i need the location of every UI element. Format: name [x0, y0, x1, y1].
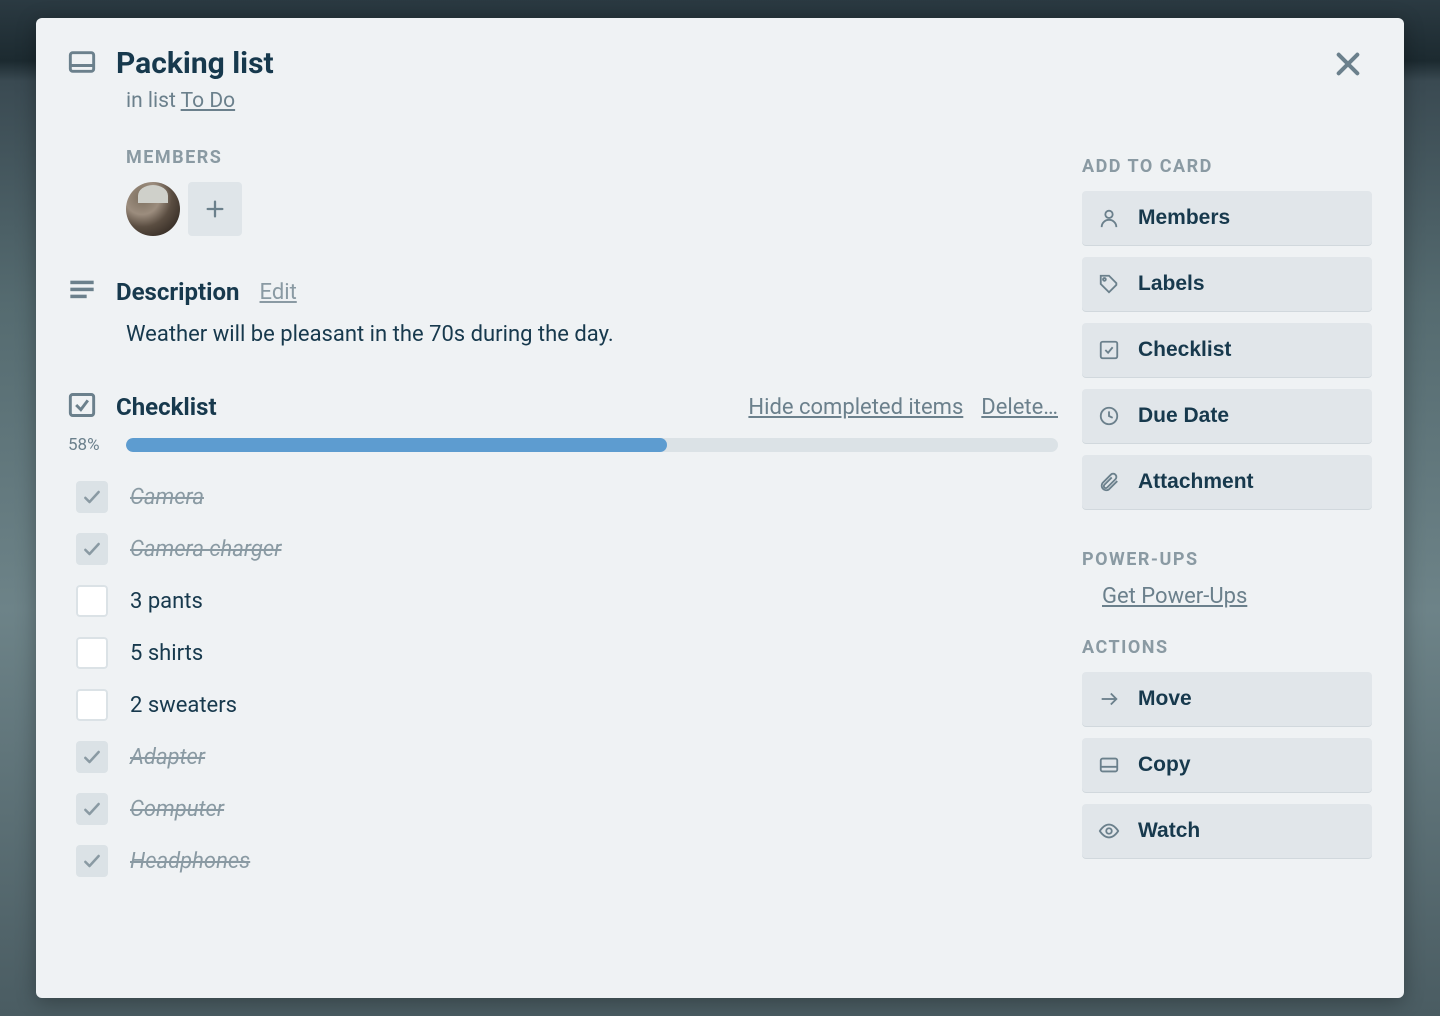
checklist-item: 5 shirts [68, 627, 1058, 679]
checklist-item: Headphones [68, 835, 1058, 887]
checklist-checkbox[interactable] [76, 793, 108, 825]
checklist-item: Computer [68, 783, 1058, 835]
checklist-item: 3 pants [68, 575, 1058, 627]
checklist-item-label[interactable]: Camera [130, 485, 204, 510]
card-icon [1098, 754, 1120, 776]
checklist-item-label[interactable]: 2 sweaters [130, 693, 237, 718]
tag-icon [1098, 273, 1120, 295]
checklist-checkbox[interactable] [76, 741, 108, 773]
button-label: Members [1138, 206, 1230, 230]
clip-icon [1098, 471, 1120, 493]
checklist-item-label[interactable]: Computer [130, 797, 224, 822]
delete-checklist-link[interactable]: Delete… [981, 395, 1058, 420]
add-due-date-button[interactable]: Due Date [1082, 389, 1372, 443]
add-checklist-button[interactable]: Checklist [1082, 323, 1372, 377]
sidebar: ADD TO CARD Members Labels Checklist Due Da… [1082, 46, 1372, 887]
button-label: Copy [1138, 753, 1191, 777]
button-label: Checklist [1138, 338, 1231, 362]
add-attachment-button[interactable]: Attachment [1082, 455, 1372, 509]
arrow-icon [1098, 688, 1120, 710]
checklist-checkbox[interactable] [76, 845, 108, 877]
powerups-label: POWER-UPS [1082, 549, 1372, 570]
add-to-card-label: ADD TO CARD [1082, 156, 1372, 177]
checklist-items: Camera Camera charger 3 pants 5 shirts 2 swe… [68, 471, 1058, 887]
action-copy-button[interactable]: Copy [1082, 738, 1372, 792]
checklist-item: Camera charger [68, 523, 1058, 575]
plus-icon [204, 198, 226, 220]
description-title: Description [116, 278, 240, 306]
member-avatar[interactable] [126, 182, 180, 236]
description-icon [68, 276, 96, 308]
progress-fill [126, 438, 667, 452]
button-label: Attachment [1138, 470, 1254, 494]
close-icon [1332, 48, 1364, 80]
checklist-item-label[interactable]: 5 shirts [130, 641, 203, 666]
button-label: Labels [1138, 272, 1205, 296]
add-members-button[interactable]: Members [1082, 191, 1372, 245]
card-modal: Packing list in list To Do MEMBERS Desc [36, 18, 1404, 998]
in-list-prefix: in list [126, 89, 181, 113]
checklist-checkbox[interactable] [76, 481, 108, 513]
checklist-item-label[interactable]: Headphones [130, 849, 250, 874]
get-powerups-link[interactable]: Get Power-Ups [1102, 584, 1247, 609]
button-label: Move [1138, 687, 1192, 711]
description-body[interactable]: Weather will be pleasant in the 70s duri… [126, 322, 1058, 347]
edit-description-link[interactable]: Edit [260, 280, 297, 305]
members-label: MEMBERS [126, 147, 1058, 168]
hide-completed-link[interactable]: Hide completed items [748, 395, 963, 420]
checklist-icon [68, 391, 96, 423]
button-label: Watch [1138, 819, 1200, 843]
checklist-item-label[interactable]: Adapter [130, 745, 205, 770]
card-title[interactable]: Packing list [116, 46, 274, 81]
checklist-title: Checklist [116, 393, 728, 421]
checklist-checkbox[interactable] [76, 637, 108, 669]
person-icon [1098, 207, 1120, 229]
checklist-checkbox[interactable] [76, 585, 108, 617]
checklist-item: Adapter [68, 731, 1058, 783]
checklist-item: Camera [68, 471, 1058, 523]
close-button[interactable] [1332, 48, 1372, 88]
action-move-button[interactable]: Move [1082, 672, 1372, 726]
clock-icon [1098, 405, 1120, 427]
action-watch-button[interactable]: Watch [1082, 804, 1372, 858]
progress-bar [126, 438, 1058, 452]
add-labels-button[interactable]: Labels [1082, 257, 1372, 311]
check-icon [1098, 339, 1120, 361]
card-icon [68, 48, 96, 80]
checklist-item-label[interactable]: 3 pants [130, 589, 203, 614]
list-location: in list To Do [126, 89, 1058, 113]
add-member-button[interactable] [188, 182, 242, 236]
actions-label: ACTIONS [1082, 637, 1372, 658]
progress-percent: 58% [68, 435, 108, 455]
checklist-checkbox[interactable] [76, 689, 108, 721]
list-link[interactable]: To Do [181, 89, 235, 113]
eye-icon [1098, 820, 1120, 842]
button-label: Due Date [1138, 404, 1229, 428]
main-column: Packing list in list To Do MEMBERS Desc [68, 46, 1058, 887]
checklist-item-label[interactable]: Camera charger [130, 537, 281, 562]
checklist-item: 2 sweaters [68, 679, 1058, 731]
checklist-checkbox[interactable] [76, 533, 108, 565]
